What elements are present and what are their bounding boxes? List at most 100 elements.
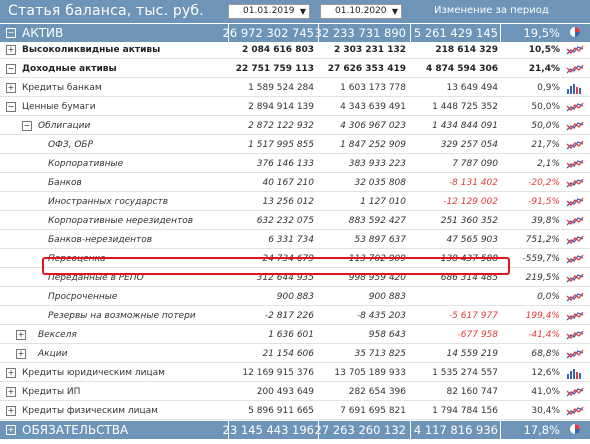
value-end: 32 035 808 [354,178,406,188]
value-end: 282 654 396 [348,387,406,397]
bar-chart-icon[interactable] [566,82,584,94]
trend-line-icon[interactable] [566,196,584,208]
table-row[interactable]: Корпоративные нерезидентов 632 232 075 883… [0,213,590,230]
trend-line-icon[interactable] [566,386,584,398]
liabilities-band-row[interactable]: + ОБЯЗАТЕЛЬСТВА 23 145 443 196 27 263 26… [0,421,590,439]
liabilities-change: 4 117 816 936 [413,423,498,437]
value-end: 7 691 695 821 [340,406,406,416]
row-label: Векселя [38,330,77,340]
table-row[interactable]: Корпоративные 376 146 133 383 933 223 7 787… [0,156,590,173]
table-row[interactable]: + Высоколиквидные активы 2 084 616 803 2 30… [0,42,590,59]
value-change: 329 257 054 [440,140,498,150]
trend-line-icon[interactable] [566,63,584,75]
table-row[interactable]: + Кредиты ИП 200 493 649 282 654 396 82 160 … [0,384,590,401]
trend-line-icon[interactable] [566,329,584,341]
expand-icon[interactable]: + [6,45,16,55]
assets-value-start: 26 972 302 745 [222,26,314,40]
value-pct: -41,4% [528,330,560,340]
expand-icon[interactable]: + [6,387,16,397]
trend-line-icon[interactable] [566,158,584,170]
expand-icon[interactable]: + [6,368,16,378]
value-change: -12 129 002 [443,197,498,207]
assets-pct: 19,5% [523,26,560,40]
value-start: 2 894 914 139 [248,102,314,112]
trend-line-icon[interactable] [566,139,584,151]
trend-line-icon[interactable] [566,253,584,265]
value-pct: 30,4% [531,406,560,416]
assets-band-row[interactable]: − АКТИВ 26 972 302 745 32 233 731 890 5 … [0,24,590,42]
table-row[interactable]: Иностранных государств 13 256 012 1 127 01… [0,194,590,211]
value-change: -5 617 977 [448,311,498,321]
table-row[interactable]: + Кредиты юридическим лицам 12 169 915 376… [0,365,590,382]
date-select-start[interactable]: 01.01.2019 ▼ [228,4,310,19]
table-row[interactable]: − Ценные бумаги 2 894 914 139 4 343 639 491… [0,99,590,116]
table-row[interactable]: Резервы на возможные потери -2 817 226 -8 … [0,308,590,325]
expand-icon[interactable]: + [6,406,16,416]
bar-chart-icon[interactable] [566,367,584,379]
expand-icon[interactable]: + [6,425,16,435]
value-pct: -559,7% [522,254,560,264]
trend-line-icon[interactable] [566,177,584,189]
row-label: Просроченные [48,292,118,302]
value-start: 2 084 616 803 [241,45,314,55]
row-label: Банков [48,178,82,188]
table-row[interactable]: + Акции 21 154 606 35 713 825 14 559 219 68,8… [0,346,590,363]
value-start: 40 167 210 [262,178,314,188]
trend-line-icon[interactable] [566,291,584,303]
table-row[interactable]: − Облигации 2 872 122 932 4 306 967 023 1 43… [0,118,590,135]
table-row[interactable]: − Доходные активы 22 751 759 113 27 626 353… [0,61,590,78]
collapse-icon[interactable]: − [6,102,16,112]
table-row[interactable]: + Векселя 1 636 601 958 643 -677 958 -41,4% [0,327,590,344]
liabilities-value-end: 27 263 260 132 [314,423,406,437]
value-pct: 10,5% [528,45,560,55]
date-select-end[interactable]: 01.10.2020 ▼ [320,4,402,19]
value-change: 7 787 090 [452,159,498,169]
table-row[interactable]: + Кредиты физическим лицам 5 896 911 665 7 … [0,403,590,420]
row-label: Доходные активы [22,64,117,74]
value-pct: 39,8% [531,216,560,226]
expand-icon[interactable]: + [6,83,16,93]
value-end: 383 933 223 [348,159,406,169]
value-pct: 50,0% [531,102,560,112]
table-row[interactable]: + Кредиты банкам 1 589 524 284 1 603 173 77… [0,80,590,97]
value-change: 82 160 747 [446,387,498,397]
value-end: 883 592 427 [348,216,406,226]
value-start: 13 256 012 [262,197,314,207]
value-start: 376 146 133 [256,159,314,169]
date-end-value: 01.10.2020 [335,6,387,16]
collapse-icon[interactable]: − [22,121,32,131]
trend-line-icon[interactable] [566,234,584,246]
value-pct: 0,9% [537,83,560,93]
pie-chart-icon[interactable] [566,26,584,38]
value-start: 2 872 122 932 [248,121,314,131]
trend-line-icon[interactable] [566,215,584,227]
trend-line-icon[interactable] [566,310,584,322]
row-label: Кредиты ИП [22,387,81,397]
trend-line-icon[interactable] [566,348,584,360]
value-start: -2 817 226 [264,311,314,321]
table-row[interactable]: Банков 40 167 210 32 035 808 -8 131 402 -20,… [0,175,590,192]
value-end: 1 603 173 778 [340,83,406,93]
value-pct: 50,0% [531,121,560,131]
row-label: ОФЗ, ОБР [48,140,94,150]
trend-line-icon[interactable] [566,120,584,132]
trend-line-icon[interactable] [566,405,584,417]
trend-line-icon[interactable] [566,272,584,284]
value-pct: 219,5% [525,273,560,283]
expand-icon[interactable]: + [16,349,26,359]
value-change: 1 535 274 557 [432,368,498,378]
value-start: 5 896 911 665 [248,406,314,416]
pie-chart-icon[interactable] [566,423,584,435]
value-pct: 199,4% [525,311,560,321]
collapse-icon[interactable]: − [6,28,16,38]
expand-icon[interactable]: + [16,330,26,340]
trend-line-icon[interactable] [566,44,584,56]
table-row[interactable]: ОФЗ, ОБР 1 517 995 855 1 847 252 909 329 25… [0,137,590,154]
table-row[interactable]: Просроченные 900 883 900 883 0,0% [0,289,590,306]
chevron-down-icon: ▼ [391,7,398,16]
value-pct: 751,2% [525,235,560,245]
row-label: Кредиты физическим лицам [22,406,158,416]
trend-line-icon[interactable] [566,101,584,113]
collapse-icon[interactable]: − [6,64,16,74]
table-row[interactable]: Банков-нерезидентов 6 331 734 53 897 637 47… [0,232,590,249]
